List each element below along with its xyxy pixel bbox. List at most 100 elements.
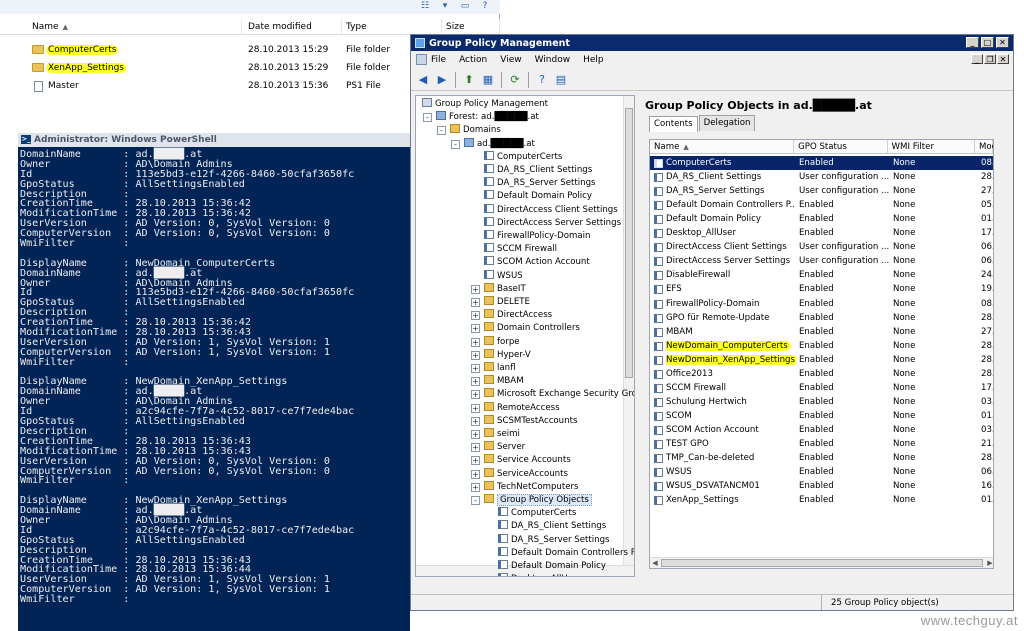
child-minimize-button[interactable]: _	[971, 54, 983, 64]
tree-ou[interactable]: + Service Accounts	[471, 454, 571, 467]
gpo-row[interactable]: DA_RS_Server Settings User configuration …	[650, 184, 993, 198]
tree-linked-gpo[interactable]: DirectAccess Server Settings	[484, 216, 621, 230]
tree-ou[interactable]: + Microsoft Exchange Security Gro	[471, 388, 634, 401]
tree-root[interactable]: Group Policy Management	[422, 98, 548, 111]
expand-icon[interactable]: +	[471, 390, 480, 400]
scroll-right-icon[interactable]: ▶	[985, 559, 993, 568]
properties-icon[interactable]: ▤	[553, 72, 569, 88]
menu-window[interactable]: Window	[535, 55, 571, 65]
expand-icon[interactable]: +	[471, 469, 480, 479]
gpo-row[interactable]: SCOM Action Account Enabled None 03.0	[650, 423, 993, 437]
expand-icon[interactable]: +	[471, 350, 480, 360]
column-type[interactable]: Type	[342, 19, 442, 35]
tree-linked-gpo[interactable]: DA_RS_Server Settings	[484, 177, 596, 190]
up-folder-icon[interactable]: ⬆	[461, 72, 477, 88]
expand-icon[interactable]: +	[471, 337, 480, 347]
help-icon[interactable]: ?	[534, 72, 550, 88]
expand-icon[interactable]: +	[471, 443, 480, 453]
tree-ou[interactable]: + Hyper-V	[471, 348, 531, 362]
column-gpo-status[interactable]: GPO Status	[794, 140, 888, 154]
expand-icon[interactable]: +	[471, 416, 480, 426]
menu-file[interactable]: File	[431, 55, 446, 65]
gpo-row[interactable]: FirewallPolicy-Domain Enabled None 08.1	[650, 297, 993, 311]
console-tree[interactable]: Group Policy Management - Forest: ad.█████…	[415, 95, 635, 577]
expand-icon[interactable]: +	[471, 377, 480, 387]
column-size[interactable]: Size	[442, 19, 500, 35]
tab-contents[interactable]: Contents	[649, 116, 698, 132]
gpo-row[interactable]: Default Domain Policy Enabled None 01.0	[650, 212, 993, 226]
column-name[interactable]: Name ▲	[0, 19, 242, 35]
tree-ou[interactable]: + Server	[471, 441, 525, 454]
gpo-row[interactable]: Desktop_AllUser Enabled None 17.0	[650, 226, 993, 240]
maximize-button[interactable]: □	[981, 37, 994, 48]
gpo-row[interactable]: TEST GPO Enabled None 21.0	[650, 437, 993, 451]
tree-ou[interactable]: + lanfl	[471, 362, 516, 375]
tree-linked-gpo[interactable]: Default Domain Policy	[484, 190, 592, 203]
gpo-row[interactable]: Schulung Hertwich Enabled None 03.0	[650, 395, 993, 409]
tree-gpo[interactable]: DA_RS_Server Settings	[498, 533, 610, 547]
tree-linked-gpo[interactable]: WSUS	[484, 269, 523, 283]
refresh-icon[interactable]: ⟳	[507, 72, 523, 88]
tree-domain[interactable]: - ad.█████.at	[451, 137, 535, 151]
mmc-icon[interactable]	[416, 54, 427, 65]
tree-gpo[interactable]: ComputerCerts	[498, 507, 576, 520]
file-row[interactable]: ComputerCerts 28.10.2013 15:29 File folder	[0, 43, 480, 59]
collapse-icon[interactable]: -	[471, 496, 480, 505]
gpo-row[interactable]: SCOM Enabled None 01.1	[650, 409, 993, 423]
tree-ou[interactable]: + BaseIT	[471, 282, 526, 296]
tree-group-policy-objects[interactable]: - Group Policy Objects	[471, 494, 592, 507]
menu-help[interactable]: Help	[583, 55, 604, 65]
gpo-row[interactable]: DA_RS_Client Settings User configuration …	[650, 170, 993, 184]
gpo-list[interactable]: Name▲ GPO Status WMI Filter Moc Computer…	[649, 139, 994, 569]
collapse-icon[interactable]: -	[423, 113, 432, 123]
gpo-row[interactable]: EFS Enabled None 19.1	[650, 282, 993, 296]
expand-icon[interactable]: +	[471, 430, 480, 439]
collapse-icon[interactable]: -	[437, 126, 446, 136]
powershell-title-bar[interactable]: >_ Administrator: Windows PowerShell	[18, 133, 410, 147]
expand-icon[interactable]: +	[471, 364, 480, 373]
tree-gpo[interactable]: DA_RS_Client Settings	[498, 520, 606, 533]
tree-ou[interactable]: + MBAM	[471, 375, 524, 388]
tab-delegation[interactable]: Delegation	[698, 115, 756, 131]
tree-ou[interactable]: + DirectAccess	[471, 309, 552, 322]
tree-gpo[interactable]: Default Domain Policy	[498, 560, 606, 573]
column-modified[interactable]: Moc	[975, 140, 993, 154]
tree-linked-gpo[interactable]: FirewallPolicy-Domain	[484, 230, 590, 243]
view-options-icon[interactable]: ☷	[418, 0, 432, 12]
powershell-window[interactable]: >_ Administrator: Windows PowerShell Dom…	[18, 133, 410, 631]
tree-ou[interactable]: + TechNetComputers	[471, 480, 579, 494]
tree-linked-gpo[interactable]: SCOM Action Account	[484, 256, 590, 269]
tree-ou[interactable]: + DELETE	[471, 296, 530, 309]
tree-linked-gpo[interactable]: DA_RS_Client Settings	[484, 164, 592, 177]
file-row[interactable]: XenApp_Settings 28.10.2013 15:29 File fold…	[0, 61, 480, 77]
close-button[interactable]: ✕	[996, 37, 1009, 48]
gpo-row[interactable]: XenApp_Settings Enabled None 01.1	[650, 493, 993, 507]
help-icon[interactable]: ?	[478, 0, 492, 12]
file-row[interactable]: Master 28.10.2013 15:36 PS1 File	[0, 79, 480, 95]
show-hide-tree-icon[interactable]: ▦	[480, 72, 496, 88]
tree-linked-gpo[interactable]: ComputerCerts	[484, 150, 562, 164]
expand-icon[interactable]: +	[471, 403, 480, 413]
gpo-row[interactable]: DirectAccess Client Settings User configu…	[650, 240, 993, 254]
column-name[interactable]: Name ▲	[650, 140, 795, 154]
gpo-row[interactable]: Default Domain Controllers P... Enabled No…	[650, 198, 993, 212]
gpo-row[interactable]: MBAM Enabled None 27.0	[650, 325, 993, 339]
tree-ou[interactable]: + ServiceAccounts	[471, 467, 568, 481]
expand-icon[interactable]: +	[471, 482, 480, 492]
tree-linked-gpo[interactable]: DirectAccess Client Settings	[484, 203, 618, 217]
gpo-row[interactable]: Office2013 Enabled None 28.1	[650, 367, 993, 381]
gpo-row[interactable]: ComputerCerts Enabled None 08.1	[650, 156, 993, 170]
scroll-left-icon[interactable]: ◀	[650, 559, 660, 568]
tree-forest[interactable]: - Forest: ad.█████.at	[423, 111, 539, 124]
back-arrow-icon[interactable]: ◀	[415, 72, 431, 88]
list-horizontal-scrollbar[interactable]: ◀ ▶	[650, 557, 993, 568]
expand-icon[interactable]: +	[471, 284, 480, 294]
gpo-row[interactable]: GPO für Remote-Update Enabled None 28.1	[650, 311, 993, 325]
menu-view[interactable]: View	[500, 55, 521, 65]
menu-action[interactable]: Action	[459, 55, 487, 65]
expand-icon[interactable]: +	[471, 456, 480, 466]
gpo-row[interactable]: NewDomain_XenApp_SettingsEnabled None 28.1	[650, 353, 993, 367]
collapse-icon[interactable]: -	[451, 139, 460, 149]
tree-ou[interactable]: + SCSMTestAccounts	[471, 414, 577, 428]
gpm-title-bar[interactable]: Group Policy Management _ □ ✕	[411, 35, 1013, 51]
